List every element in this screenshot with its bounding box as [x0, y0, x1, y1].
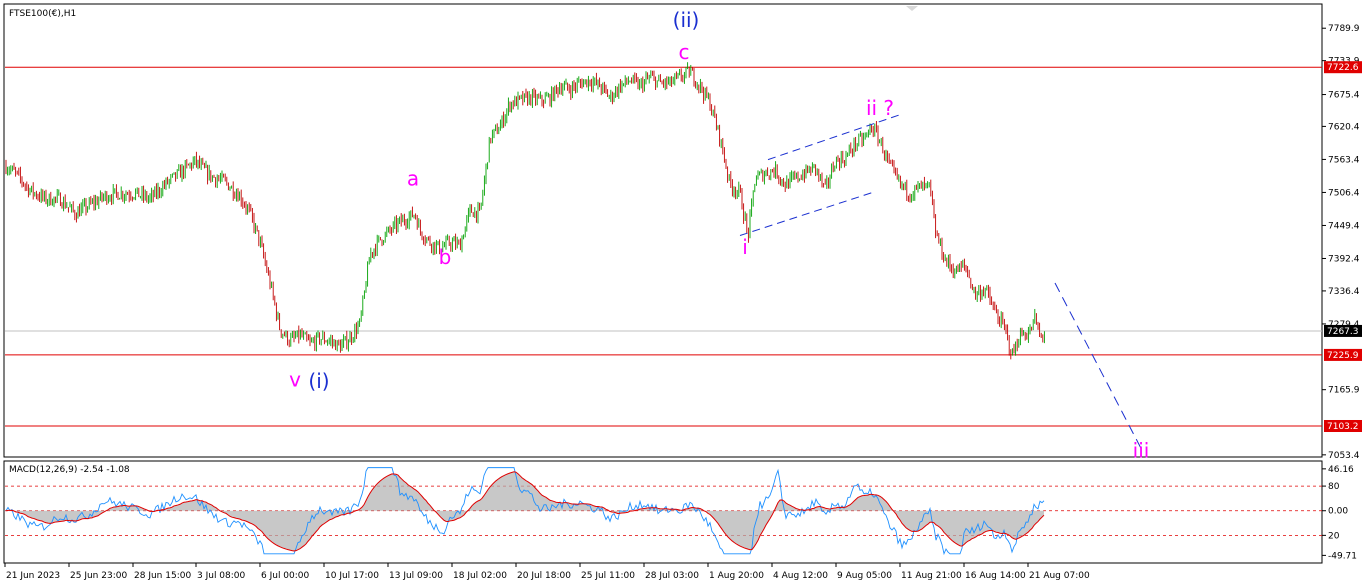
chart-title: FTSE100(€),H1 [9, 9, 76, 19]
time-tick-label: 13 Jul 09:00 [389, 571, 443, 581]
chart-canvas: FTSE100(€),H1 7789.97733.97675.47620.475… [0, 0, 1366, 588]
macd-pane-border [3, 460, 1323, 564]
price-pane: FTSE100(€),H1 7789.97733.97675.47620.475… [3, 3, 1362, 462]
time-tick-label: 20 Jul 18:00 [517, 571, 571, 581]
time-tick-label: 11 Aug 21:00 [901, 571, 962, 581]
time-tick-label: 28 Jun 15:00 [134, 571, 191, 581]
price-tick-label: 7449.4 [1328, 221, 1360, 231]
time-tick-label: 21 Jun 2023 [6, 571, 60, 581]
wave-label: a [407, 167, 419, 191]
wave-label: b [439, 245, 452, 269]
wave-label: c [679, 40, 690, 64]
price-tick-label: 7165.9 [1328, 386, 1360, 396]
wave-label: (ii) [673, 8, 700, 32]
time-tick-label: 16 Aug 14:00 [965, 571, 1026, 581]
macd-pane: MACD(12,26,9) -2.54 -1.08 46.16 80 0.00 20 -… [3, 460, 1357, 564]
time-tick-label: 21 Aug 07:00 [1029, 571, 1090, 581]
time-tick-label: 28 Jul 03:00 [645, 571, 699, 581]
level-price-label: 7267.3 [1327, 327, 1359, 337]
level-price-label: 7722.6 [1327, 63, 1359, 73]
wave-label: ii ? [866, 96, 894, 120]
macd-tick-label: 46.16 [1328, 465, 1354, 475]
wave-label: v [289, 368, 301, 392]
level-price-label: 7103.2 [1327, 422, 1359, 432]
price-tick-label: 7506.4 [1328, 188, 1360, 198]
wave-label: iii [1133, 438, 1150, 462]
wave-label: (i) [308, 369, 329, 393]
price-tick-label: 7675.4 [1328, 91, 1360, 101]
time-tick-label: 9 Aug 05:00 [837, 571, 892, 581]
level-price-label: 7225.9 [1327, 351, 1359, 361]
price-tick-label: 7563.4 [1328, 155, 1360, 165]
time-tick-label: 18 Jul 02:00 [453, 571, 507, 581]
time-tick-label: 25 Jun 23:00 [70, 571, 127, 581]
time-tick-label: 10 Jul 17:00 [325, 571, 379, 581]
macd-tick-label: 0.00 [1328, 507, 1348, 517]
price-tick-label: 7053.4 [1328, 451, 1360, 461]
time-tick-label: 25 Jul 11:00 [581, 571, 635, 581]
price-pane-border [3, 3, 1323, 458]
wave-label: i [742, 235, 748, 259]
price-tick-label: 7336.4 [1328, 287, 1360, 297]
macd-tick-label: -49.71 [1328, 551, 1357, 561]
price-tick-label: 7392.4 [1328, 254, 1360, 264]
time-tick-label: 3 Jul 08:00 [197, 571, 246, 581]
time-tick-label: 6 Jul 00:00 [261, 571, 310, 581]
time-tick-label: 1 Aug 20:00 [709, 571, 764, 581]
macd-tick-label: 80 [1328, 482, 1340, 492]
price-tick-label: 7620.4 [1328, 122, 1360, 132]
time-tick-label: 4 Aug 12:00 [773, 571, 828, 581]
macd-tick-label: 20 [1328, 531, 1340, 541]
macd-title: MACD(12,26,9) -2.54 -1.08 [9, 465, 130, 475]
price-tick-label: 7789.9 [1328, 24, 1360, 34]
